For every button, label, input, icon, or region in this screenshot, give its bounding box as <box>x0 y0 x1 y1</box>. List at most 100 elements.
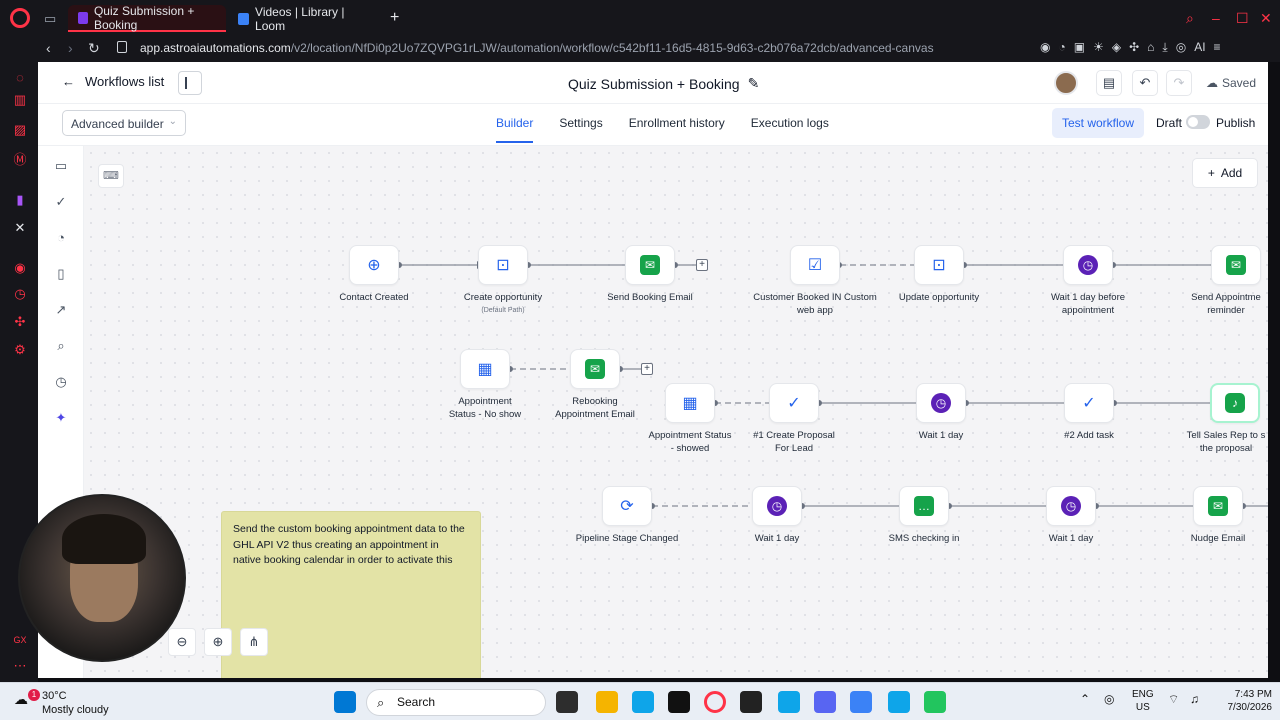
wifi-icon[interactable]: ⌔ <box>1168 693 1179 706</box>
comment-icon[interactable]: ▭ <box>53 158 69 174</box>
volume-icon[interactable]: ♫ <box>1190 693 1199 706</box>
app-icon[interactable] <box>888 691 910 713</box>
puzzle-icon[interactable]: ✣ <box>1129 40 1139 55</box>
node-send-booking-email[interactable]: ✉ <box>625 245 675 285</box>
gx-icon[interactable]: GX <box>12 632 28 648</box>
aria-icon[interactable]: ◌ <box>12 70 28 86</box>
tab-builder[interactable]: Builder <box>496 116 534 143</box>
node-appointment-showed[interactable]: ▦ <box>665 383 715 423</box>
avatar[interactable] <box>1054 71 1078 95</box>
node-rebooking-email[interactable]: ✉ <box>570 349 620 389</box>
notes-button[interactable]: ▤ <box>1096 70 1122 96</box>
notepad-icon[interactable] <box>924 691 946 713</box>
network-icon[interactable]: ◎ <box>1104 693 1114 706</box>
add-step-plus-icon[interactable]: + <box>641 363 653 375</box>
more-icon[interactable]: ⋯ <box>12 658 28 674</box>
opera-gx-icon[interactable] <box>704 691 726 713</box>
builder-mode-select[interactable]: Advanced builder ⌄ <box>62 110 186 136</box>
language-indicator[interactable]: ENG US <box>1132 688 1154 714</box>
auto-layout-button[interactable]: ⋔ <box>240 628 268 656</box>
capcut-icon[interactable] <box>740 691 762 713</box>
close-window-icon[interactable]: ✕ <box>1260 10 1272 27</box>
sidebar-app-icon[interactable]: Ⓜ <box>12 152 28 168</box>
sidebar-app-icon[interactable]: ▨ <box>12 122 28 138</box>
menu-icon[interactable]: ≡ <box>1214 40 1221 55</box>
node-send-appointment-reminder[interactable]: ✉ <box>1211 245 1261 285</box>
brightness-icon[interactable]: ☀ <box>1093 40 1104 55</box>
node-wait-before-appointment[interactable]: ◷ <box>1063 245 1113 285</box>
forward-icon[interactable]: › <box>68 40 73 56</box>
clock[interactable]: 7:43 PM 7/30/2026 <box>1214 688 1273 714</box>
node-sms-checking-in[interactable]: … <box>899 486 949 526</box>
extension-icon[interactable]: ◉ <box>1040 40 1050 55</box>
panel-toggle-button[interactable] <box>178 71 202 95</box>
back-icon[interactable]: ‹ <box>46 40 51 56</box>
wallet-icon[interactable]: ⌂ <box>1147 40 1154 55</box>
zoom-in-button[interactable]: ⊕ <box>204 628 232 656</box>
player-icon[interactable]: ◉ <box>12 260 28 276</box>
publish-toggle[interactable] <box>1186 115 1210 129</box>
chevron-up-icon[interactable]: ⌃ <box>1080 693 1090 706</box>
snapshot-icon[interactable]: ◎ <box>1176 40 1186 55</box>
node-wait-1-day[interactable]: ◷ <box>752 486 802 526</box>
file-explorer-icon[interactable] <box>596 691 618 713</box>
node-wait-1-day[interactable]: ◷ <box>1046 486 1096 526</box>
settings-icon[interactable]: ⚙ <box>12 342 28 358</box>
reload-icon[interactable]: ↻ <box>88 40 100 57</box>
pencil-icon[interactable]: ✎ <box>748 75 760 92</box>
discord-icon[interactable] <box>814 691 836 713</box>
node-customer-booked[interactable]: ☑ <box>790 245 840 285</box>
ai-sparkle-icon[interactable]: ✦ <box>53 410 69 426</box>
zoom-out-button[interactable]: ⊖ <box>168 628 196 656</box>
tab-execution-logs[interactable]: Execution logs <box>751 116 829 143</box>
node-create-opportunity[interactable]: ⊡ <box>478 245 528 285</box>
windows-start-icon[interactable] <box>334 691 356 713</box>
task-view-icon[interactable] <box>556 691 578 713</box>
store-icon[interactable] <box>632 691 654 713</box>
node-contact-created[interactable]: ⊕ <box>349 245 399 285</box>
external-link-icon[interactable]: ↗ <box>53 302 69 318</box>
url-field[interactable]: app.astroaiautomations.com/v2/location/N… <box>140 41 934 55</box>
node-update-opportunity[interactable]: ⊡ <box>914 245 964 285</box>
ai-button[interactable]: AI <box>1194 40 1205 55</box>
search-icon[interactable]: ⌕ <box>53 338 69 354</box>
undo-button[interactable]: ↶ <box>1132 70 1158 96</box>
history-icon[interactable]: ◷ <box>53 374 69 390</box>
document-icon[interactable]: ▯ <box>53 266 69 282</box>
extension-icon[interactable]: ▣ <box>1074 40 1085 55</box>
node-pipeline-stage-changed[interactable]: ⟳ <box>602 486 652 526</box>
opera-logo-icon[interactable] <box>10 8 30 28</box>
workspaces-icon[interactable]: ▭ <box>44 11 56 27</box>
download-icon[interactable]: ⤓ <box>1162 40 1167 55</box>
extension-icon[interactable]: ◈ <box>1112 40 1121 55</box>
node-appointment-no-show[interactable]: ▦ <box>460 349 510 389</box>
sidebar-app-icon[interactable]: ▥ <box>12 92 28 108</box>
minimize-icon[interactable]: – <box>1212 10 1220 26</box>
extension-icon[interactable]: ◔ <box>1058 40 1065 55</box>
tab-settings[interactable]: Settings <box>559 116 602 143</box>
maximize-icon[interactable]: ☐ <box>1236 10 1249 27</box>
node-create-proposal[interactable]: ✓ <box>769 383 819 423</box>
tab-loom[interactable]: Videos | Library | Loom <box>228 5 378 33</box>
search-tabs-icon[interactable]: ⌕ <box>1186 10 1194 27</box>
node-tell-sales-rep[interactable]: ♪ <box>1210 383 1260 423</box>
notion-icon[interactable] <box>668 691 690 713</box>
pie-chart-icon[interactable]: ◔ <box>53 230 69 246</box>
history-icon[interactable]: ◷ <box>12 286 28 302</box>
node-add-task[interactable]: ✓ <box>1064 383 1114 423</box>
node-wait-1-day[interactable]: ◷ <box>916 383 966 423</box>
new-tab-icon[interactable]: + <box>390 10 399 26</box>
x-icon[interactable]: ✕ <box>12 220 28 236</box>
workflow-canvas[interactable]: ⌨ + Add + + ⊕ Contact Created ⊡ Create o… <box>84 146 1268 678</box>
taskbar-search[interactable]: ⌕ Search <box>366 689 546 716</box>
vscode-icon[interactable] <box>778 691 800 713</box>
tab-quiz-submission[interactable]: Quiz Submission + Booking <box>68 4 226 32</box>
redo-button[interactable]: ↷ <box>1166 70 1192 96</box>
check-circle-icon[interactable]: ✓ <box>53 194 69 210</box>
postgres-icon[interactable] <box>850 691 872 713</box>
workflows-list-link[interactable]: ← Workflows list <box>62 74 164 89</box>
test-workflow-button[interactable]: Test workflow <box>1052 108 1144 138</box>
tab-enrollment-history[interactable]: Enrollment history <box>629 116 725 143</box>
extensions-icon[interactable]: ✣ <box>12 314 28 330</box>
add-step-plus-icon[interactable]: + <box>696 259 708 271</box>
